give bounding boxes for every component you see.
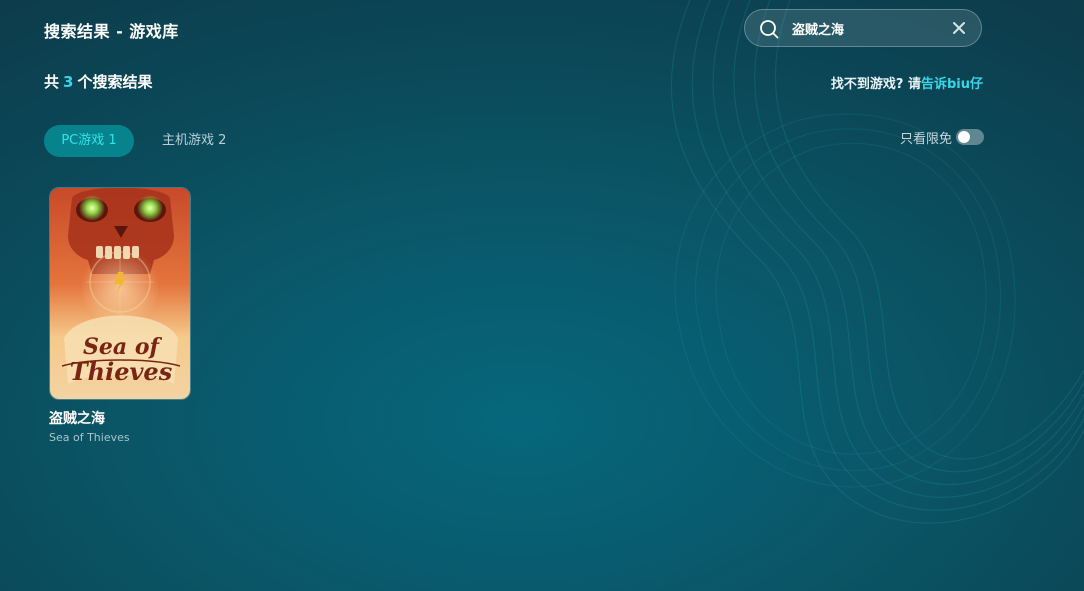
game-subtitle: Sea of Thieves xyxy=(49,431,130,444)
feedback-prompt: 找不到游戏? 请告诉biu仔 xyxy=(831,73,983,92)
page-title: 搜索结果 - 游戏库 xyxy=(44,22,179,41)
free-only-toggle[interactable] xyxy=(956,129,984,145)
result-count-suffix: 个搜索结果 xyxy=(77,73,153,91)
tab-console-games[interactable]: 主机游戏 2 xyxy=(146,125,242,157)
game-card[interactable]: Sea of Thieves 盗贼之海 Sea of Thieves xyxy=(49,187,191,444)
tab-pc-games[interactable]: PC游戏 1 xyxy=(44,125,134,157)
free-only-label: 只看限免 xyxy=(899,131,952,147)
game-cover-art: Sea of Thieves xyxy=(50,188,190,399)
feedback-text: 找不到游戏? 请 xyxy=(830,77,921,92)
result-count-number: 3 xyxy=(63,73,74,91)
game-title[interactable]: 盗贼之海 xyxy=(49,408,191,428)
toggle-knob xyxy=(958,131,970,143)
result-count-prefix: 共 xyxy=(44,73,60,91)
search-icon[interactable] xyxy=(759,19,779,39)
search-box[interactable] xyxy=(744,9,982,47)
free-only-filter: 只看限免 xyxy=(899,128,984,147)
game-cover[interactable]: Sea of Thieves xyxy=(49,187,191,400)
search-input[interactable] xyxy=(792,18,942,38)
result-count: 共 3 个搜索结果 xyxy=(44,71,152,92)
feedback-link[interactable]: 告诉biu仔 xyxy=(921,77,983,92)
clear-icon[interactable] xyxy=(952,21,966,35)
